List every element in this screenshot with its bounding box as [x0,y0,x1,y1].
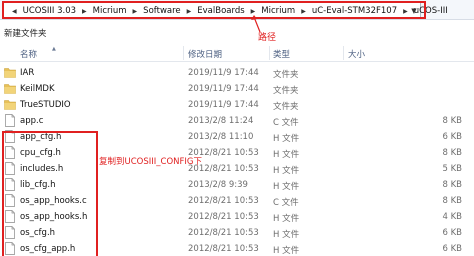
folder-icon [4,82,16,95]
header-date[interactable]: 修改日期 [188,48,222,60]
file-size: 6 KB [442,132,462,142]
file-type: 文件夹 [273,86,299,96]
file-date: 2012/8/21 10:53 [188,196,259,206]
file-date: 2012/8/21 10:53 [188,212,259,222]
file-row[interactable]: TrueSTUDIO 2019/11/9 17:44 文件夹 [0,96,474,113]
file-date: 2019/11/9 17:44 [188,100,259,110]
file-date: 2012/8/21 10:53 [188,228,259,238]
header-type[interactable]: 类型 [273,48,290,60]
new-folder-button[interactable]: 新建文件夹 [4,27,47,39]
file-size: 8 KB [442,196,462,206]
file-date: 2013/2/8 9:39 [188,180,248,190]
file-type: H 文件 [273,214,300,224]
file-type: H 文件 [273,166,300,176]
file-type: H 文件 [273,230,300,240]
file-type: 文件夹 [273,70,299,80]
file-row[interactable]: KeilMDK 2019/11/9 17:44 文件夹 [0,80,474,97]
file-date: 2013/2/8 11:24 [188,116,254,126]
file-size: 8 KB [442,180,462,190]
column-headers: ▲ 名称 修改日期 类型 大小 [0,44,474,62]
files-highlight-box [2,131,98,256]
file-type: 文件夹 [273,102,299,112]
file-name: IAR [20,68,35,78]
sort-up-icon: ▲ [52,46,56,52]
column-divider[interactable] [343,46,344,60]
file-date: 2013/2/8 11:10 [188,132,254,142]
file-size: 8 KB [442,148,462,158]
file-date: 2019/11/9 17:44 [188,84,259,94]
file-row[interactable]: IAR 2019/11/9 17:44 文件夹 [0,64,474,81]
file-type: C 文件 [273,118,299,128]
folder-icon [4,66,16,79]
file-date: 2019/11/9 17:44 [188,68,259,78]
file-type: C 文件 [273,198,299,208]
file-type: H 文件 [273,182,300,192]
column-divider[interactable] [269,46,270,60]
file-row[interactable]: app.c 2013/2/8 11:24 C 文件 8 KB [0,112,474,129]
file-type: H 文件 [273,134,300,144]
file-type: H 文件 [273,150,300,160]
folder-icon [4,98,16,111]
file-name: TrueSTUDIO [20,100,71,110]
file-name: app.c [20,116,44,126]
file-size: 6 KB [442,228,462,238]
header-size[interactable]: 大小 [348,48,365,60]
file-type: H 文件 [273,246,300,256]
header-name[interactable]: 名称 [20,48,37,60]
path-highlight-box [2,1,426,19]
column-divider[interactable] [183,46,184,60]
file-size: 5 KB [442,164,462,174]
toolbar: 新建文件夹 [0,22,474,44]
file-size: 6 KB [442,244,462,254]
file-icon [4,114,16,127]
file-name: KeilMDK [20,84,55,94]
copy-annotation: 复制到UCOSIII_CONFIG下 [99,157,202,167]
file-size: 8 KB [442,116,462,126]
file-size: 4 KB [442,212,462,222]
file-date: 2012/8/21 10:53 [188,244,259,254]
